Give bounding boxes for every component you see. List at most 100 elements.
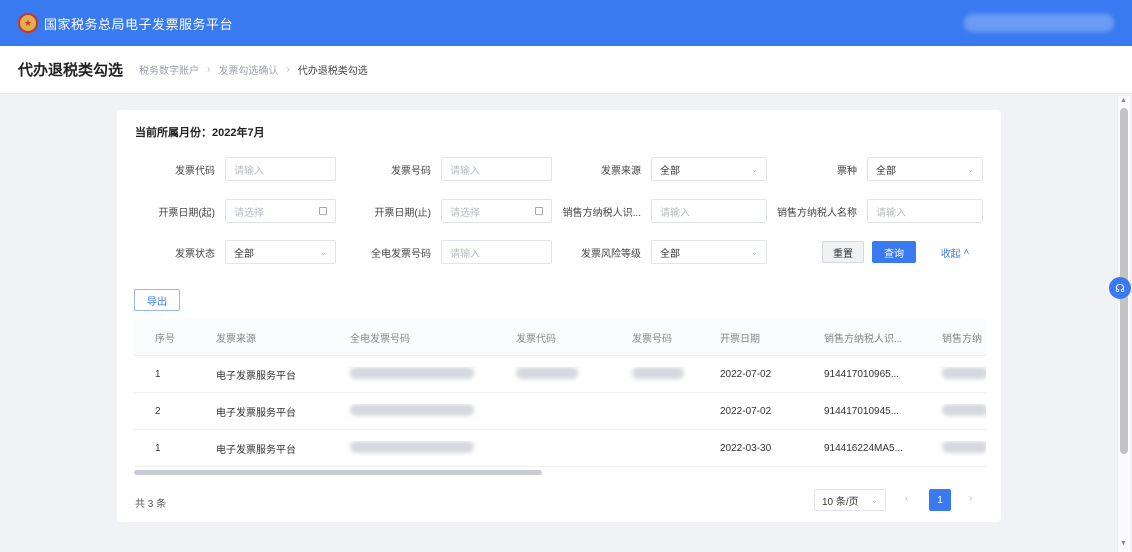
chevron-down-icon: ⌄ — [751, 164, 758, 174]
invoice-number-label: 发票号码 — [391, 165, 431, 177]
invoice-number-input[interactable]: 请输入 — [441, 157, 552, 181]
cell-seller-id: 914416224MA5... — [824, 442, 903, 454]
header-cell-date: 开票日期 — [720, 333, 760, 345]
cell-seller-id: 914417010965... — [824, 368, 900, 380]
page-header: 代办退税类勾选 税务数字账户 › 发票勾选确认 › 代办退税类勾选 — [0, 46, 1132, 94]
cell-seller-name-redacted — [938, 440, 986, 456]
cell-full-number-redacted — [346, 366, 512, 382]
table-header: 序号 发票来源 全电发票号码 发票代码 发票号码 开票日期 销售方纳税人识...… — [134, 319, 986, 356]
table-row[interactable]: 1 电子发票服务平台 2022-03-30 914416224MA5... — [134, 430, 986, 467]
header-cell-index: 序号 — [155, 333, 175, 345]
header-cell-seller-id: 销售方纳税人识... — [824, 333, 903, 345]
breadcrumb-item-2[interactable]: 发票勾选确认 — [218, 62, 278, 77]
reset-button[interactable]: 重置 — [822, 241, 864, 263]
full-invoice-number-label: 全电发票号码 — [371, 248, 431, 260]
cell-date: 2022-07-02 — [720, 405, 772, 417]
cell-index: 1 — [155, 368, 161, 380]
scroll-down-icon[interactable]: ▼ — [1120, 540, 1127, 547]
header-cell-full-number: 全电发票号码 — [350, 333, 410, 345]
invoice-code-label: 发票代码 — [175, 165, 215, 177]
chevron-down-icon: ⌄ — [320, 247, 327, 257]
table-row[interactable]: 1 电子发票服务平台 2022-07-02 914417010965... — [134, 356, 986, 393]
breadcrumb-item-1[interactable]: 税务数字账户 — [139, 62, 199, 77]
chevron-down-icon: ⌄ — [751, 247, 758, 257]
invoice-code-input[interactable]: 请输入 — [225, 157, 336, 181]
invoice-source-select[interactable]: 全部 ⌄ — [651, 157, 767, 181]
scroll-up-icon[interactable]: ▲ — [1120, 97, 1127, 104]
cell-source: 电子发票服务平台 — [216, 370, 296, 382]
collapse-button[interactable]: 收起 ˄ — [935, 241, 975, 263]
chevron-down-icon: ⌄ — [871, 495, 878, 505]
header-cell-number: 发票号码 — [632, 333, 672, 345]
calendar-icon — [535, 207, 543, 215]
cell-source: 电子发票服务平台 — [216, 444, 296, 456]
total-count: 共 3 条 — [135, 499, 167, 510]
full-invoice-number-item: 全电发票号码 请输入 — [333, 240, 552, 264]
table-row[interactable]: 2 电子发票服务平台 2022-07-02 914417010945... — [134, 393, 986, 430]
chevron-down-icon: ⌄ — [967, 164, 974, 174]
cell-date: 2022-03-30 — [720, 442, 772, 454]
invoice-source-label: 发票来源 — [601, 165, 641, 177]
user-info[interactable] — [964, 14, 1114, 32]
risk-level-label: 发票风险等级 — [581, 248, 641, 260]
risk-level-item: 发票风险等级 全部 ⌄ — [549, 240, 767, 264]
cell-full-number-redacted — [346, 440, 512, 456]
invoice-number-item: 发票号码 请输入 — [333, 157, 552, 181]
cell-seller-name-redacted — [938, 366, 986, 382]
invoice-table: 序号 发票来源 全电发票号码 发票代码 发票号码 开票日期 销售方纳税人识...… — [134, 319, 986, 467]
national-emblem-icon: ★ — [18, 13, 38, 33]
date-start-label: 开票日期(起) — [158, 207, 215, 219]
breadcrumb: 税务数字账户 › 发票勾选确认 › 代办退税类勾选 — [139, 62, 368, 77]
query-button[interactable]: 查询 — [872, 241, 916, 263]
prev-page-icon[interactable]: ‹ — [905, 493, 908, 504]
cell-index: 1 — [155, 442, 161, 454]
cell-full-number-redacted — [346, 403, 512, 419]
export-button[interactable]: 导出 — [134, 289, 180, 311]
breadcrumb-separator-icon: › — [207, 64, 211, 75]
page-title: 代办退税类勾选 — [18, 62, 124, 79]
top-bar: ★ 国家税务总局电子发票服务平台 — [0, 0, 1132, 46]
cell-source: 电子发票服务平台 — [216, 407, 296, 419]
breadcrumb-separator-icon: › — [286, 64, 290, 75]
page-size-select[interactable]: 10 条/页 ⌄ — [814, 489, 886, 511]
app-title: 国家税务总局电子发票服务平台 — [44, 16, 234, 32]
seller-name-label: 销售方纳税人名称 — [777, 207, 857, 219]
current-month-label: 当前所属月份：2022年7月 — [135, 127, 265, 139]
date-end-picker[interactable]: 请选择 — [441, 199, 552, 223]
date-start-item: 开票日期(起) 请选择 — [117, 199, 336, 223]
invoice-code-item: 发票代码 请输入 — [117, 157, 336, 181]
seller-name-item: 销售方纳税人名称 请输入 — [765, 199, 983, 223]
tax-type-label: 票种 — [837, 165, 857, 177]
header-cell-source: 发票来源 — [216, 333, 256, 345]
current-page-button[interactable]: 1 — [929, 489, 951, 511]
seller-name-input[interactable]: 请输入 — [867, 199, 983, 223]
seller-id-label: 销售方纳税人识... — [562, 207, 641, 219]
seller-id-input[interactable]: 请输入 — [651, 199, 767, 223]
next-page-icon[interactable]: › — [969, 493, 972, 504]
full-invoice-number-input[interactable]: 请输入 — [441, 240, 552, 264]
invoice-status-label: 发票状态 — [175, 248, 215, 260]
tax-type-select[interactable]: 全部 ⌄ — [867, 157, 983, 181]
invoice-status-select[interactable]: 全部 ⌄ — [225, 240, 336, 264]
table-horizontal-scrollbar[interactable] — [134, 470, 542, 475]
risk-level-select[interactable]: 全部 ⌄ — [651, 240, 767, 264]
tax-type-item: 票种 全部 ⌄ — [765, 157, 983, 181]
invoice-source-item: 发票来源 全部 ⌄ — [549, 157, 767, 181]
date-start-picker[interactable]: 请选择 — [225, 199, 336, 223]
header-cell-code: 发票代码 — [516, 333, 556, 345]
invoice-status-item: 发票状态 全部 ⌄ — [117, 240, 336, 264]
main-card: 当前所属月份：2022年7月 发票代码 请输入 发票号码 请输入 发票来源 全部… — [117, 110, 1001, 522]
cell-date: 2022-07-02 — [720, 368, 772, 380]
breadcrumb-item-current: 代办退税类勾选 — [297, 66, 368, 77]
header-cell-seller-name: 销售方纳 — [942, 333, 982, 345]
cell-index: 2 — [155, 405, 161, 417]
cell-code-redacted — [512, 366, 628, 382]
date-end-label: 开票日期(止) — [374, 207, 431, 219]
cell-number-redacted — [628, 366, 716, 382]
cell-seller-name-redacted — [938, 403, 986, 419]
calendar-icon — [319, 207, 327, 215]
seller-id-item: 销售方纳税人识... 请输入 — [549, 199, 767, 223]
date-end-item: 开票日期(止) 请选择 — [333, 199, 552, 223]
chevron-up-icon: ˄ — [963, 246, 970, 258]
headset-support-icon[interactable]: ☊ — [1109, 277, 1131, 299]
